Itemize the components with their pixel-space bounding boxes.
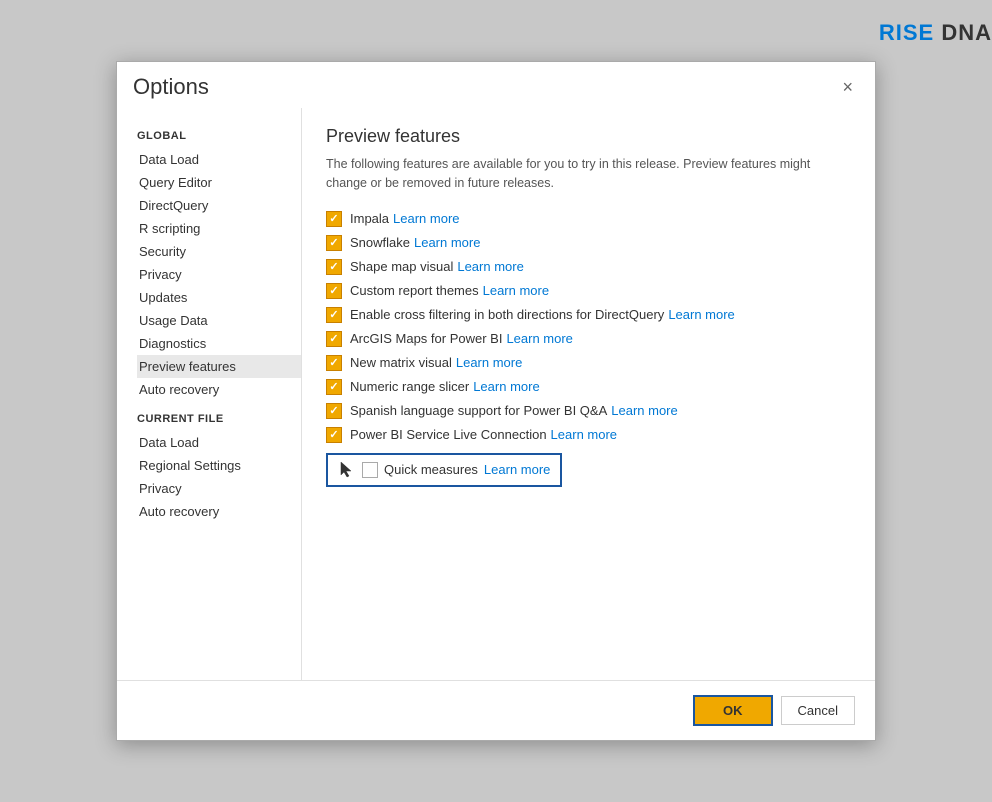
feature-label-quick-measures: Quick measures — [384, 462, 478, 477]
learn-more-impala[interactable]: Learn more — [393, 211, 459, 226]
checkbox-cross-filtering[interactable] — [326, 307, 342, 323]
learn-more-matrix-visual[interactable]: Learn more — [456, 355, 522, 370]
sidebar-item-direct-query[interactable]: DirectQuery — [137, 194, 301, 217]
feature-item-shape-map: Shape map visual Learn more — [326, 259, 851, 275]
feature-label-arcgis: ArcGIS Maps for Power BI — [350, 331, 502, 346]
feature-label-matrix-visual: New matrix visual — [350, 355, 452, 370]
quick-measures-row: Quick measures Learn more — [326, 453, 562, 487]
checkbox-live-connection[interactable] — [326, 427, 342, 443]
sidebar-item-diagnostics[interactable]: Diagnostics — [137, 332, 301, 355]
sidebar-item-cf-regional-settings[interactable]: Regional Settings — [137, 454, 301, 477]
learn-more-spanish[interactable]: Learn more — [611, 403, 677, 418]
sidebar-item-usage-data[interactable]: Usage Data — [137, 309, 301, 332]
learn-more-shape-map[interactable]: Learn more — [457, 259, 523, 274]
feature-item-cross-filtering: Enable cross filtering in both direction… — [326, 307, 851, 323]
feature-item-snowflake: Snowflake Learn more — [326, 235, 851, 251]
feature-item-arcgis: ArcGIS Maps for Power BI Learn more — [326, 331, 851, 347]
sidebar-item-cf-privacy[interactable]: Privacy — [137, 477, 301, 500]
feature-label-custom-report: Custom report themes — [350, 283, 479, 298]
sidebar-item-security[interactable]: Security — [137, 240, 301, 263]
feature-item-impala: Impala Learn more — [326, 211, 851, 227]
options-dialog: Options × GLOBAL Data Load Query Editor … — [116, 61, 876, 741]
feature-label-live-connection: Power BI Service Live Connection — [350, 427, 547, 442]
sidebar-item-auto-recovery[interactable]: Auto recovery — [137, 378, 301, 401]
feature-item-quick-measures: Quick measures Learn more — [338, 461, 550, 479]
cancel-button[interactable]: Cancel — [781, 696, 855, 725]
watermark-rise: RISE — [879, 20, 934, 45]
learn-more-cross-filtering[interactable]: Learn more — [668, 307, 734, 322]
sidebar-item-query-editor[interactable]: Query Editor — [137, 171, 301, 194]
learn-more-numeric-slicer[interactable]: Learn more — [473, 379, 539, 394]
content-title: Preview features — [326, 126, 851, 147]
cursor-icon — [338, 461, 356, 479]
feature-label-snowflake: Snowflake — [350, 235, 410, 250]
title-bar: Options × — [117, 62, 875, 108]
learn-more-quick-measures[interactable]: Learn more — [484, 462, 550, 477]
feature-item-live-connection: Power BI Service Live Connection Learn m… — [326, 427, 851, 443]
checkbox-snowflake[interactable] — [326, 235, 342, 251]
checkbox-quick-measures[interactable] — [362, 462, 378, 478]
feature-label-impala: Impala — [350, 211, 389, 226]
learn-more-arcgis[interactable]: Learn more — [506, 331, 572, 346]
sidebar-item-r-scripting[interactable]: R scripting — [137, 217, 301, 240]
sidebar-item-cf-auto-recovery[interactable]: Auto recovery — [137, 500, 301, 523]
dialog-body: GLOBAL Data Load Query Editor DirectQuer… — [117, 108, 875, 680]
dialog-title: Options — [133, 74, 209, 100]
feature-item-custom-report: Custom report themes Learn more — [326, 283, 851, 299]
checkbox-matrix-visual[interactable] — [326, 355, 342, 371]
ok-button[interactable]: OK — [693, 695, 773, 726]
sidebar: GLOBAL Data Load Query Editor DirectQuer… — [117, 108, 302, 680]
watermark-dna: DNA — [934, 20, 992, 45]
sidebar-item-data-load[interactable]: Data Load — [137, 148, 301, 171]
current-file-section-label: CURRENT FILE — [137, 413, 301, 425]
learn-more-custom-report[interactable]: Learn more — [483, 283, 549, 298]
checkbox-shape-map[interactable] — [326, 259, 342, 275]
sidebar-item-cf-data-load[interactable]: Data Load — [137, 431, 301, 454]
feature-item-numeric-slicer: Numeric range slicer Learn more — [326, 379, 851, 395]
content-description: The following features are available for… — [326, 155, 851, 193]
feature-item-matrix-visual: New matrix visual Learn more — [326, 355, 851, 371]
global-section-label: GLOBAL — [137, 130, 301, 142]
checkbox-arcgis[interactable] — [326, 331, 342, 347]
sidebar-item-privacy[interactable]: Privacy — [137, 263, 301, 286]
watermark: RISE DNA — [879, 20, 992, 46]
quick-measures-container: Quick measures Learn more — [326, 451, 851, 487]
learn-more-snowflake[interactable]: Learn more — [414, 235, 480, 250]
feature-label-numeric-slicer: Numeric range slicer — [350, 379, 469, 394]
content-area: Preview features The following features … — [302, 108, 875, 680]
close-button[interactable]: × — [836, 76, 859, 98]
learn-more-live-connection[interactable]: Learn more — [551, 427, 617, 442]
feature-label-cross-filtering: Enable cross filtering in both direction… — [350, 307, 664, 322]
sidebar-item-preview-features[interactable]: Preview features — [137, 355, 301, 378]
feature-list: Impala Learn more Snowflake Learn more S… — [326, 211, 851, 443]
feature-label-shape-map: Shape map visual — [350, 259, 453, 274]
checkbox-numeric-slicer[interactable] — [326, 379, 342, 395]
checkbox-spanish[interactable] — [326, 403, 342, 419]
sidebar-item-updates[interactable]: Updates — [137, 286, 301, 309]
checkbox-impala[interactable] — [326, 211, 342, 227]
checkbox-custom-report[interactable] — [326, 283, 342, 299]
feature-label-spanish: Spanish language support for Power BI Q&… — [350, 403, 607, 418]
feature-item-spanish: Spanish language support for Power BI Q&… — [326, 403, 851, 419]
dialog-footer: OK Cancel — [117, 680, 875, 740]
